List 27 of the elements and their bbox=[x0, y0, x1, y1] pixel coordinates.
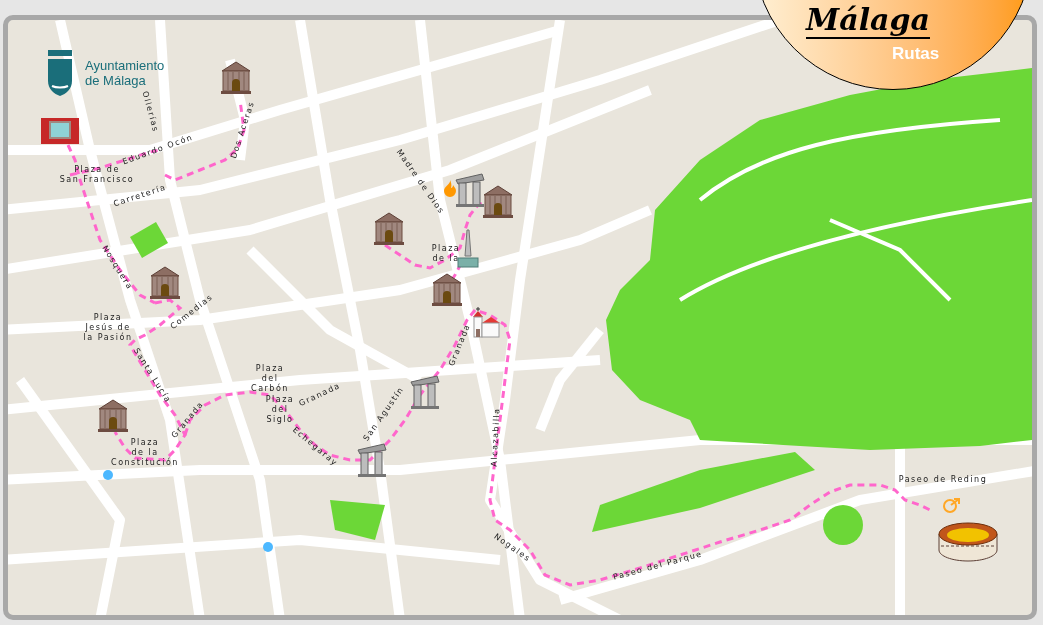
city-name: Málaga bbox=[806, 3, 930, 39]
place-label: Plaza del Carbón bbox=[251, 364, 289, 394]
flame-icon[interactable] bbox=[442, 179, 458, 197]
city-council-name: Ayuntamiento de Málaga bbox=[85, 58, 165, 88]
place-label: Plaza de la bbox=[431, 244, 461, 264]
museum-building-icon[interactable] bbox=[430, 272, 464, 308]
roundabout-park bbox=[823, 505, 863, 545]
fountain-dot-icon bbox=[263, 542, 273, 552]
street-label: Paseo del Parque bbox=[612, 549, 704, 583]
place-label: Plaza de San Francisco bbox=[59, 165, 135, 185]
city-shield-icon bbox=[45, 48, 75, 98]
museum-building-icon[interactable] bbox=[96, 398, 130, 434]
museum-building-icon[interactable] bbox=[481, 184, 515, 220]
section-title: Rutas bbox=[892, 44, 940, 64]
church-icon[interactable] bbox=[471, 305, 501, 339]
place-label: Plaza de la Constitución bbox=[111, 438, 179, 468]
place-label: Plaza Jesús de la Pasión bbox=[83, 313, 133, 343]
park-area bbox=[330, 500, 385, 540]
columns-ruin-icon[interactable] bbox=[454, 172, 486, 208]
theatre-curtain-icon[interactable] bbox=[40, 117, 80, 145]
street-label: Alcazabilla bbox=[489, 407, 503, 467]
fountain-dot-icon bbox=[103, 470, 113, 480]
museum-building-icon[interactable] bbox=[372, 211, 406, 247]
columns-ruin-icon[interactable] bbox=[356, 442, 388, 478]
columns-ruin-icon[interactable] bbox=[409, 374, 441, 410]
museum-building-icon[interactable] bbox=[219, 60, 253, 96]
street-label: Paseo de Reding bbox=[898, 475, 988, 485]
